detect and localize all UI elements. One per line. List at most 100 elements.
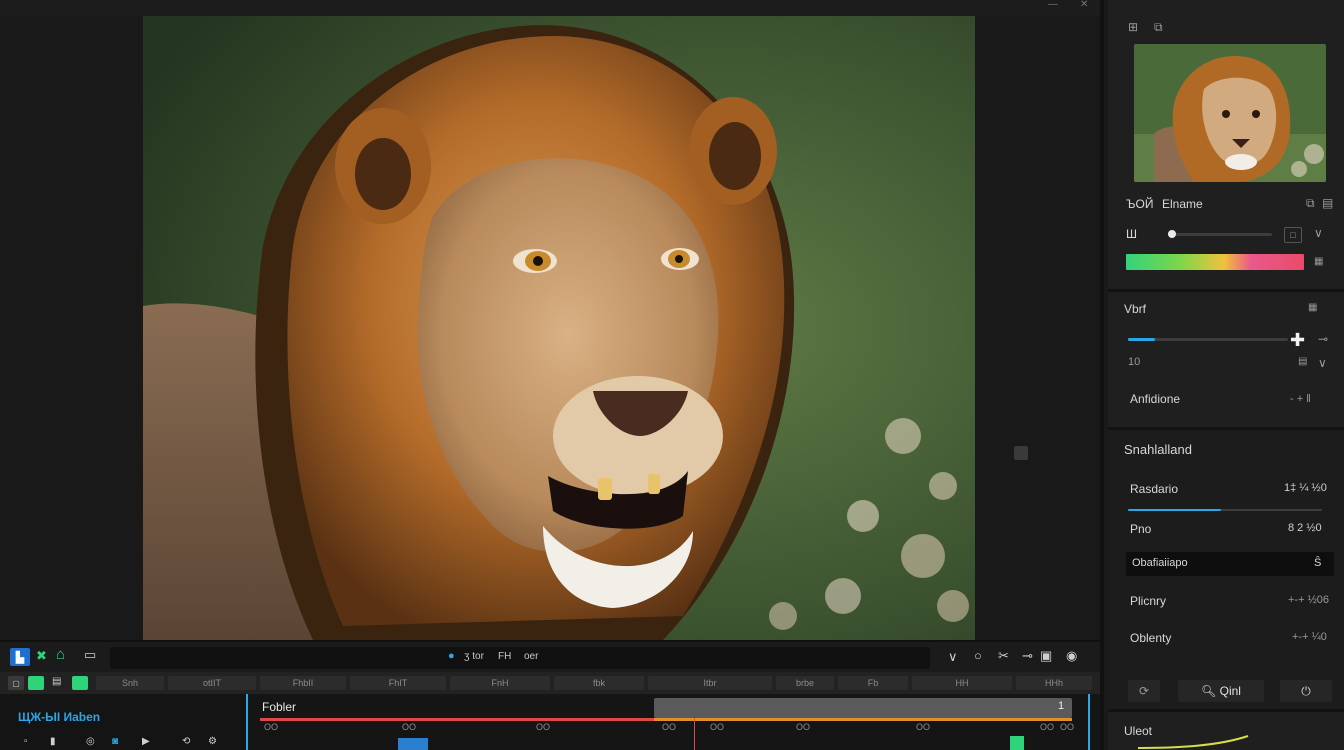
film-icon[interactable]: ▮ bbox=[50, 736, 56, 747]
audio-clip[interactable] bbox=[1010, 736, 1024, 750]
layout-icon[interactable]: ▢ bbox=[8, 676, 24, 690]
minus-icon[interactable]: ⊸ bbox=[1022, 648, 1033, 664]
settings-progress[interactable] bbox=[1128, 509, 1322, 511]
toolbar-segment[interactable]: Itbr bbox=[648, 676, 772, 690]
clip-thumbnail[interactable] bbox=[398, 738, 428, 750]
viewer-handle[interactable] bbox=[1014, 446, 1028, 460]
toolbar-segment[interactable]: FhbII bbox=[260, 676, 346, 690]
track-icon[interactable]: ▤ bbox=[52, 676, 61, 687]
toolbar-segment[interactable]: fbk bbox=[554, 676, 644, 690]
link-icon[interactable]: ⊸ bbox=[1318, 332, 1328, 346]
cut-icon[interactable]: ✖ bbox=[36, 648, 47, 664]
toolbar-item[interactable]: ʒ tor bbox=[464, 651, 484, 662]
settings-dropdown[interactable]: Obafiaiiapo Ŝ bbox=[1126, 552, 1334, 576]
timeline-toolbar: ▙ ✖ ⌂ ▭ ● ʒ tor FH oer ∨ ○ ✂ ⊸ ▣ ◉ bbox=[0, 640, 1100, 672]
settings-dropdown-icon[interactable]: Ŝ bbox=[1314, 557, 1321, 569]
timeline-end-edge bbox=[1088, 694, 1090, 750]
home-icon[interactable]: ⌂ bbox=[56, 646, 65, 663]
toolbar-item[interactable]: FH bbox=[498, 651, 511, 662]
timeline-area[interactable]: ЩЖ-ЫІ Иaben ▫ ▮ ◎ ◙ ▶ ⟲ ⚙ Fobler 1 OO OO… bbox=[0, 694, 1100, 750]
settings-dropdown-label: Obafiaiiapo bbox=[1132, 557, 1188, 569]
toolbar-item[interactable]: oer bbox=[524, 651, 538, 662]
ruler-tick: OO bbox=[264, 722, 279, 732]
ruler-tick: OO bbox=[710, 722, 725, 732]
toolbar-segment[interactable]: brbe bbox=[776, 676, 834, 690]
toolbar-segment[interactable]: Snh bbox=[96, 676, 164, 690]
search-icon: 🔍︎ bbox=[1201, 684, 1217, 698]
track-header: ЩЖ-ЫІ Иaben ▫ ▮ ◎ ◙ ▶ ⟲ ⚙ bbox=[0, 694, 248, 750]
playhead-line bbox=[260, 718, 654, 721]
toolbar-segment[interactable]: Fb bbox=[838, 676, 908, 690]
adjust-name: Elname bbox=[1162, 197, 1203, 211]
lock-icon[interactable]: ▫ bbox=[24, 736, 28, 747]
grid-icon[interactable]: ▦ bbox=[1314, 256, 1323, 267]
refresh-icon: ⟳ bbox=[1138, 684, 1150, 698]
grid-icon[interactable]: ⊞ bbox=[1128, 20, 1138, 34]
image-viewer[interactable] bbox=[0, 16, 1100, 640]
toolbar-segment[interactable]: otIIT bbox=[168, 676, 256, 690]
play-icon[interactable]: ▶ bbox=[142, 736, 150, 747]
plus-icon[interactable]: ✚ bbox=[1290, 330, 1305, 351]
settings-row-value[interactable]: 1‡ ¼ ½0 bbox=[1284, 482, 1327, 494]
ruler-tick: OO bbox=[1040, 722, 1055, 732]
settings-row-value[interactable]: 8 2 ½0 bbox=[1288, 522, 1322, 534]
preview-section: ⊞ ⧉ ЪОЙ Elname ⧉ ▤ Ш □ ∨ ▦ bbox=[1108, 0, 1344, 292]
search-button[interactable]: 🔍︎ Qinl bbox=[1178, 680, 1264, 702]
toolbar-segment[interactable]: FhIT bbox=[350, 676, 446, 690]
ruler-tick: OO bbox=[1060, 722, 1075, 732]
scissors-icon[interactable]: ✂ bbox=[998, 648, 1009, 664]
track-header-label: ЩЖ-ЫІ Иaben bbox=[18, 710, 101, 724]
adjust-slider[interactable] bbox=[1168, 230, 1272, 238]
power-button[interactable]: ⏻ bbox=[1280, 680, 1332, 702]
minimize-icon[interactable]: — bbox=[1048, 0, 1058, 10]
audio-icon[interactable]: ◎ bbox=[86, 736, 95, 747]
chevron-down-icon[interactable]: ∨ bbox=[1318, 356, 1327, 370]
settings-row-value[interactable]: +-+ ¼0 bbox=[1292, 631, 1327, 643]
view-sub-value[interactable]: - + ‖ bbox=[1290, 393, 1311, 405]
square-icon[interactable]: □ bbox=[1284, 227, 1302, 243]
green-toggle-icon[interactable] bbox=[28, 676, 44, 690]
timeline-clip[interactable] bbox=[654, 698, 1072, 718]
settings-icon[interactable]: ⟲ bbox=[182, 736, 190, 747]
copy-icon[interactable]: ⧉ bbox=[1306, 196, 1315, 211]
circle-icon[interactable]: ○ bbox=[974, 648, 982, 663]
view-value: 10 bbox=[1128, 356, 1141, 368]
drop-icon[interactable]: ● bbox=[448, 650, 455, 662]
media-icon[interactable]: ▙ bbox=[10, 648, 30, 666]
toolbar-segment[interactable]: FnH bbox=[450, 676, 550, 690]
green-toggle-icon[interactable] bbox=[72, 676, 88, 690]
curve-preview bbox=[1138, 735, 1249, 749]
playhead[interactable] bbox=[694, 718, 695, 750]
chevron-down-icon[interactable]: ∨ bbox=[948, 649, 958, 665]
color-gradient-bar[interactable] bbox=[1126, 254, 1304, 270]
lion-image[interactable] bbox=[143, 16, 975, 640]
settings-row-value[interactable]: +-+ ½06 bbox=[1288, 594, 1329, 606]
toolbar-segment[interactable]: HH bbox=[912, 676, 1012, 690]
visibility-icon[interactable]: ◙ bbox=[112, 736, 118, 747]
adjust-slider-knob[interactable] bbox=[1168, 230, 1176, 238]
ruler-tick: OO bbox=[796, 722, 811, 732]
settings-row-label: Plicnry bbox=[1130, 594, 1167, 608]
close-icon[interactable]: ✕ bbox=[1080, 0, 1088, 10]
timeline-search-bar[interactable] bbox=[110, 647, 930, 669]
adjust-code: ЪОЙ bbox=[1126, 197, 1154, 211]
ruler-tick: OO bbox=[916, 722, 931, 732]
refresh-button[interactable]: ⟳ bbox=[1128, 680, 1160, 702]
folder-icon[interactable]: ▭ bbox=[84, 647, 96, 663]
gear-icon[interactable]: ⚙ bbox=[208, 736, 217, 747]
settings-section: Snahlalland Rasdario 1‡ ¼ ½0 Pno 8 2 ½0 … bbox=[1108, 430, 1344, 712]
menu-icon[interactable]: ▤ bbox=[1322, 196, 1333, 210]
grid-icon[interactable]: ▦ bbox=[1308, 302, 1317, 313]
view-sub-label: Anfidione bbox=[1130, 392, 1181, 406]
chevron-down-icon[interactable]: ∨ bbox=[1314, 226, 1323, 240]
square-icon[interactable]: ▣ bbox=[1040, 648, 1052, 664]
window-titlebar: — ✕ bbox=[0, 0, 1100, 16]
target-icon[interactable]: ◉ bbox=[1066, 648, 1077, 664]
view-slider[interactable] bbox=[1128, 338, 1288, 341]
grid-icon[interactable]: ▤ bbox=[1298, 356, 1307, 367]
toolbar-segment[interactable]: HHh bbox=[1016, 676, 1092, 690]
marker-label: 1 bbox=[1058, 700, 1065, 712]
ruler-tick: OO bbox=[662, 722, 677, 732]
view-section: Vbrf ▦ ✚ ⊸ 10 ▤ ∨ Anfidione - + ‖ bbox=[1108, 292, 1344, 430]
copy-icon[interactable]: ⧉ bbox=[1154, 20, 1163, 35]
